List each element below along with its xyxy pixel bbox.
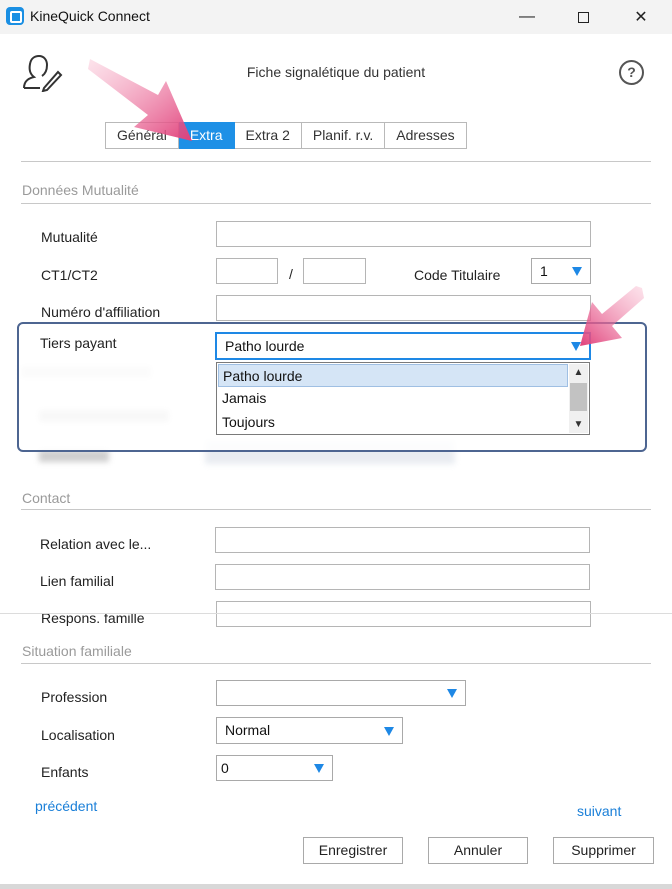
- lien-familial-label: Lien familial: [40, 573, 114, 589]
- divider: [21, 161, 651, 162]
- tiers-payant-label: Tiers payant: [40, 335, 117, 351]
- ct-label: CT1/CT2: [41, 267, 98, 283]
- code-titulaire-value: 1: [540, 263, 548, 279]
- tab-extra[interactable]: Extra: [178, 122, 235, 149]
- ct-separator: /: [289, 266, 293, 282]
- minimize-button[interactable]: —: [500, 0, 554, 34]
- next-link[interactable]: suivant: [577, 803, 621, 819]
- profession-label: Profession: [41, 689, 108, 705]
- help-icon[interactable]: ?: [619, 60, 644, 85]
- cancel-button[interactable]: Annuler: [428, 837, 528, 864]
- ct2-input[interactable]: [303, 258, 366, 284]
- chevron-down-icon: [314, 764, 324, 773]
- enfants-label: Enfants: [41, 764, 89, 780]
- section-title-mutualite: Données Mutualité: [22, 182, 139, 198]
- profession-select[interactable]: [216, 680, 466, 706]
- dropdown-option-patho-lourde[interactable]: Patho lourde: [218, 364, 568, 387]
- tab-extra-2[interactable]: Extra 2: [234, 122, 302, 149]
- dropdown-option-jamais[interactable]: Jamais: [218, 387, 568, 410]
- chevron-down-icon: [571, 342, 581, 351]
- dropdown-scrollbar[interactable]: ▲ ▼: [569, 364, 588, 433]
- maximize-button[interactable]: [556, 0, 610, 34]
- tab-planif-rv[interactable]: Planif. r.v.: [301, 122, 386, 149]
- save-button[interactable]: Enregistrer: [303, 837, 403, 864]
- section-title-contact: Contact: [22, 490, 71, 506]
- window-title: KineQuick Connect: [30, 8, 150, 24]
- ct1-input[interactable]: [216, 258, 278, 284]
- previous-link[interactable]: précédent: [35, 798, 97, 814]
- chevron-down-icon: [572, 267, 582, 276]
- dropdown-option-toujours[interactable]: Toujours: [218, 411, 568, 434]
- scroll-up-icon[interactable]: ▲: [569, 364, 588, 381]
- window-bottom-edge: [0, 884, 672, 889]
- mutualite-input[interactable]: [216, 221, 591, 247]
- tiers-payant-dropdown: Patho lourde Jamais Toujours ▲ ▼: [216, 362, 590, 435]
- tiers-payant-value: Patho lourde: [225, 338, 305, 354]
- affiliation-input[interactable]: [216, 295, 591, 321]
- tab-adresses[interactable]: Adresses: [385, 122, 467, 149]
- tab-general[interactable]: Général: [105, 122, 179, 149]
- enfants-select[interactable]: 0: [216, 755, 333, 781]
- section-title-situation: Situation familiale: [22, 643, 132, 659]
- localisation-label: Localisation: [41, 727, 115, 743]
- divider: [0, 613, 672, 614]
- divider: [21, 203, 651, 204]
- divider: [21, 509, 651, 510]
- mutualite-label: Mutualité: [41, 229, 98, 245]
- divider: [21, 663, 651, 664]
- relation-label: Relation avec le...: [40, 536, 152, 552]
- page-title: Fiche signalétique du patient: [246, 64, 426, 80]
- scroll-thumb[interactable]: [570, 383, 587, 411]
- relation-input[interactable]: [215, 527, 590, 553]
- scroll-down-icon[interactable]: ▼: [569, 416, 588, 433]
- respons-famille-input[interactable]: [216, 601, 591, 627]
- chevron-down-icon: [447, 689, 457, 698]
- maximize-icon: [577, 11, 589, 23]
- enfants-value: 0: [221, 760, 229, 776]
- localisation-value: Normal: [225, 722, 271, 738]
- affiliation-label: Numéro d'affiliation: [41, 304, 161, 320]
- chevron-down-icon: [384, 727, 394, 736]
- tab-bar: Général Extra Extra 2 Planif. r.v. Adres…: [105, 122, 467, 149]
- lien-familial-input[interactable]: [215, 564, 590, 590]
- localisation-select[interactable]: Normal: [216, 717, 403, 744]
- code-titulaire-label: Code Titulaire: [414, 267, 501, 283]
- tiers-payant-select[interactable]: Patho lourde: [215, 332, 591, 360]
- delete-button[interactable]: Supprimer: [553, 837, 654, 864]
- code-titulaire-select[interactable]: 1: [531, 258, 591, 284]
- app-logo-icon: [6, 7, 24, 25]
- close-button[interactable]: ✕: [614, 0, 668, 34]
